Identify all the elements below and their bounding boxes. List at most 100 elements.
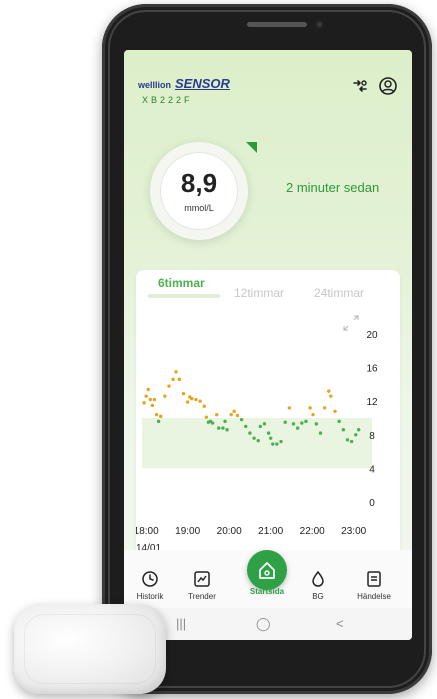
glucose-point: [258, 424, 263, 429]
glucose-point: [311, 412, 315, 417]
glucose-point: [190, 396, 194, 401]
glucose-point: [314, 422, 319, 426]
glucose-point: [266, 431, 271, 435]
glucose-point: [275, 442, 279, 446]
history-icon: [142, 571, 158, 587]
nav-historik[interactable]: Historik: [124, 570, 178, 601]
glucose-point: [268, 436, 273, 440]
glucose-point: [215, 412, 219, 417]
glucose-point: [163, 394, 167, 398]
y-tick-label: 8: [369, 431, 375, 442]
glucose-point: [144, 394, 148, 398]
nav-label: Trender: [188, 592, 216, 601]
sensor-serial: XB222F: [142, 95, 193, 105]
nav-label: BG: [312, 592, 324, 601]
brand-logo: welllion SENSOR: [138, 76, 230, 91]
home-icon: [259, 562, 275, 579]
x-tick-label: 21:00: [258, 526, 283, 537]
glucose-point: [221, 426, 225, 430]
blood-drop-icon: [312, 570, 324, 587]
phone-speaker: [247, 22, 307, 27]
glucose-point: [248, 431, 252, 435]
glucose-point: [295, 426, 300, 430]
glucose-point: [229, 412, 233, 417]
y-tick-label: 0: [369, 498, 375, 509]
glucose-point: [354, 433, 358, 437]
app-screen: welllion SENSOR XB222F 8,9 mmol/L 2 minu…: [124, 50, 412, 640]
glucose-point: [271, 442, 275, 446]
glucose-point: [148, 397, 153, 402]
glucose-point: [181, 391, 186, 396]
glucose-point: [232, 409, 236, 413]
cgm-sensor-device: [14, 604, 166, 694]
trend-arrow-icon: [246, 142, 257, 153]
y-tick-label: 20: [366, 330, 378, 341]
x-tick-label: 18:00: [136, 526, 159, 537]
nav-handelse[interactable]: Händelse: [346, 570, 402, 601]
glucose-point: [239, 417, 244, 422]
glucose-point: [349, 439, 354, 444]
glucose-point: [194, 397, 198, 402]
android-system-nav: ||| ◯ <: [124, 608, 412, 640]
brand-logo-text: welllion: [138, 80, 172, 90]
glucose-point: [291, 422, 296, 426]
glucose-point: [356, 428, 361, 432]
glucose-point: [283, 420, 287, 424]
glucose-point: [156, 419, 161, 424]
glucose-point: [185, 400, 190, 404]
y-tick-label: 4: [369, 464, 375, 475]
glucose-point: [177, 377, 182, 382]
glucose-point: [225, 428, 229, 432]
last-reading-time: 2 minuter sedan: [286, 180, 380, 195]
nav-label: Händelse: [357, 592, 391, 601]
nav-startsida-label[interactable]: Startsida: [237, 587, 297, 596]
glucose-point: [262, 422, 267, 426]
glucose-point: [217, 426, 221, 430]
gauge-face: 8,9 mmol/L: [160, 152, 238, 230]
glucose-point: [337, 419, 341, 424]
glucose-point: [167, 384, 171, 388]
expand-icon[interactable]: [343, 315, 359, 331]
glucose-point: [235, 413, 240, 418]
system-home-button[interactable]: ◯: [256, 616, 271, 632]
x-tick-label: 22:00: [300, 526, 325, 537]
glucose-point: [152, 397, 157, 402]
glucose-point: [154, 412, 159, 417]
brand-name: SENSOR: [175, 76, 230, 91]
glucose-point: [333, 409, 337, 413]
glucose-point: [146, 387, 150, 392]
x-tick-label: 23:00: [341, 526, 366, 537]
event-log-icon: [367, 571, 381, 587]
glucose-point: [279, 439, 283, 444]
glucose-point: [308, 406, 312, 410]
nav-label: Historik: [136, 592, 164, 601]
glucose-point: [345, 438, 350, 442]
glucose-point: [171, 377, 175, 382]
glucose-point: [244, 424, 248, 429]
phone-camera: [315, 20, 324, 29]
glucose-point: [174, 370, 178, 374]
back-button[interactable]: <: [336, 616, 344, 631]
y-tick-label: 12: [366, 397, 378, 408]
glucose-point: [304, 419, 308, 424]
x-tick-label: 19:00: [175, 526, 200, 537]
glucose-value: 8,9: [180, 168, 218, 198]
profile-icon[interactable]: [378, 76, 398, 96]
glucose-point: [204, 415, 209, 419]
sync-icon[interactable]: [350, 76, 370, 96]
glucose-gauge: 8,9 mmol/L: [150, 142, 248, 240]
target-range-band: [142, 418, 372, 469]
glucose-point: [329, 394, 333, 398]
glucose-chart: 20 16 12 8 4 0 18:00 19:00 20:00 21:00 22:00 23:00: [136, 315, 378, 537]
glucose-point: [322, 406, 327, 410]
home-button[interactable]: [247, 550, 287, 590]
nav-bg[interactable]: BG: [290, 570, 346, 601]
x-tick-label: 20:00: [217, 526, 242, 537]
recents-button[interactable]: |||: [176, 616, 186, 631]
glucose-point: [287, 406, 292, 410]
nav-trender[interactable]: Trender: [174, 570, 230, 601]
trend-icon: [194, 571, 210, 587]
glucose-point: [327, 389, 331, 393]
glucose-point: [341, 428, 346, 432]
glucose-point: [142, 401, 146, 405]
